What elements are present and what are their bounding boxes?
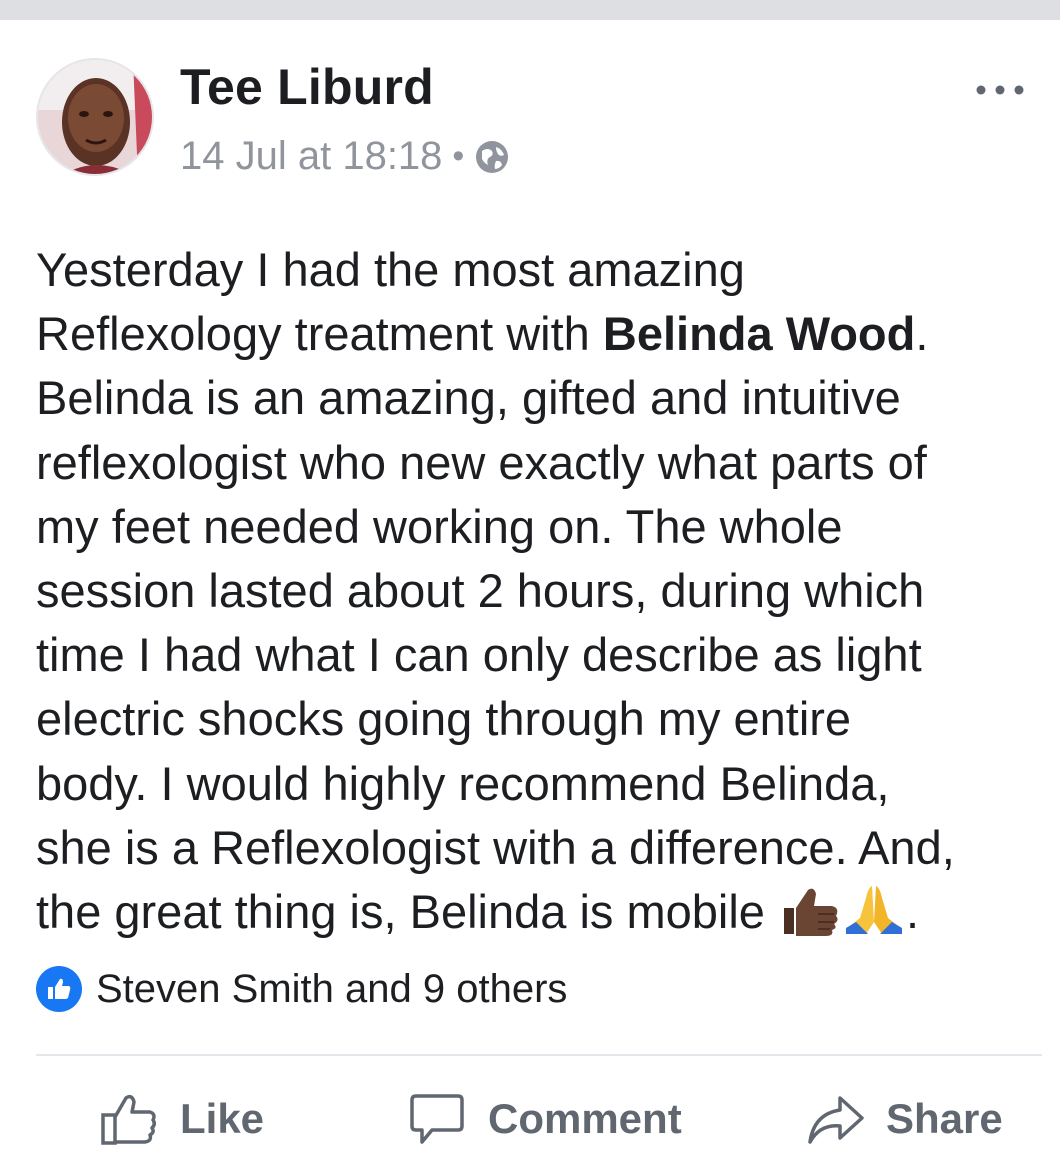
post-text-line: reflexologist who new exactly what parts… [36,435,927,489]
post-text-line: time I had what I can only describe as l… [36,628,922,682]
like-icon [101,1094,157,1145]
share-button[interactable]: Share [806,1090,1003,1148]
post-timestamp[interactable]: 14 Jul at 18:18 [180,134,442,179]
comment-label: Comment [488,1095,682,1142]
post-card: Tee Liburd 14 Jul at 18:18 • Yesterday I… [0,20,1060,1149]
divider [36,1054,1042,1056]
thumbs-up-emoji-icon [783,888,838,937]
post-text-fragment: the great thing is, Belinda is mobile [36,885,778,939]
reactions-summary[interactable]: Steven Smith and 9 others [36,966,567,1012]
post-text-line: Reflexology treatment with Belinda Wood. [36,302,1046,366]
tagged-person-link[interactable]: Belinda Wood [603,307,915,360]
share-icon [808,1096,864,1144]
avatar[interactable] [36,58,154,176]
like-label: Like [180,1095,265,1142]
comment-icon [410,1094,464,1144]
post-text-line: Yesterday I had the most amazing [36,243,745,296]
share-label: Share [886,1095,1003,1142]
post-actions-bar: Like Comment Share [0,1090,1060,1160]
more-options-icon[interactable] [975,80,1025,100]
post-text-fragment: Reflexology treatment with [36,307,603,361]
post-meta: 14 Jul at 18:18 • [180,134,510,179]
post-author-name[interactable]: Tee Liburd [180,58,434,116]
post-body: Yesterday I had the most amazing Reflexo… [36,238,1046,944]
folded-hands-emoji-icon [845,886,902,935]
like-reaction-icon [36,966,82,1012]
reactions-text[interactable]: Steven Smith and 9 others [96,967,567,1012]
post-text-line: the great thing is, Belinda is mobile . [36,880,1046,944]
post-text-line: session lasted about 2 hours, during whi… [36,564,925,618]
comment-button[interactable]: Comment [408,1090,682,1148]
post-text-line: electric shocks going through my entire [36,692,852,746]
top-separator-band [0,0,1060,20]
post-text-line: Belinda is an amazing, gifted and intuit… [36,371,901,425]
post-text-line: my feet needed working on. The whole [36,499,843,553]
post-text-line: body. I would highly recommend Belinda, [36,756,890,810]
post-text-line: she is a Reflexologist with a difference… [36,820,955,874]
avatar-photo [38,60,152,174]
meta-separator: • [452,137,465,175]
post-text-fragment: . [915,307,929,361]
like-button[interactable]: Like [100,1090,264,1148]
globe-icon[interactable] [474,139,510,175]
post-text-fragment: . [905,885,920,939]
